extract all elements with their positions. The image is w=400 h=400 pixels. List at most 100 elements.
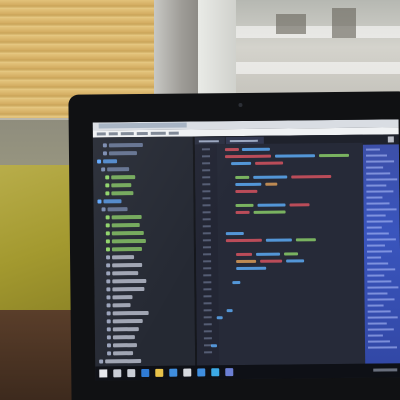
code-token [236, 252, 253, 257]
code-token [224, 148, 239, 152]
panel-text-line [367, 268, 396, 271]
file-icon [106, 279, 111, 284]
media-icon [225, 368, 234, 377]
frosted-glass-window [236, 0, 400, 105]
panel-text-line [367, 316, 398, 319]
panel-text-line [366, 166, 384, 169]
code-token [241, 147, 270, 151]
line-number [202, 155, 211, 158]
code-token [216, 316, 223, 320]
explorer-item [112, 278, 147, 284]
explorer-item [108, 151, 137, 156]
panel-text-line [367, 250, 393, 253]
code-token [286, 259, 305, 263]
line-number [202, 246, 211, 249]
editor-tab [225, 136, 264, 145]
explorer-item [112, 287, 145, 292]
laptop-screen [92, 119, 400, 381]
code-token [225, 154, 272, 159]
explorer-item [112, 310, 149, 316]
code-token [274, 154, 316, 158]
line-number [203, 337, 212, 340]
line-number [203, 316, 212, 319]
code-token [289, 203, 310, 207]
mail-icon [183, 368, 192, 377]
explorer-item [112, 271, 139, 276]
line-number [203, 323, 212, 326]
file-explorer-sidebar [92, 136, 196, 367]
code-token [256, 252, 281, 256]
code-editor [194, 134, 366, 366]
file-icon [106, 303, 111, 308]
line-number [202, 176, 211, 179]
code-token [255, 161, 284, 165]
line-number [202, 211, 211, 214]
explorer-item [105, 359, 142, 364]
file-icon [106, 287, 111, 292]
line-number [202, 218, 211, 221]
line-number [203, 302, 212, 305]
line-number [202, 225, 211, 228]
photo-scene [0, 0, 400, 400]
file-icon [105, 175, 110, 180]
folder-icon [102, 143, 107, 148]
webcam [238, 102, 243, 108]
panel-text-line [366, 202, 390, 205]
explorer-item [111, 231, 144, 236]
file-icon [106, 311, 111, 316]
line-number [203, 274, 212, 277]
code-token [225, 238, 262, 243]
code-token [236, 259, 257, 264]
folder-icon [101, 167, 106, 172]
code-token [318, 153, 350, 158]
task-view-icon [127, 369, 136, 378]
code-token [225, 231, 244, 236]
explorer-item [103, 199, 122, 204]
code-token [236, 266, 267, 271]
line-number [203, 281, 212, 284]
panel-text-line [366, 178, 398, 181]
file-icon [105, 239, 110, 244]
panel-text-line [367, 304, 384, 307]
panel-text-line [366, 220, 393, 223]
store-icon [169, 368, 178, 377]
code-token [260, 259, 283, 263]
panel-text-line [365, 148, 380, 151]
explorer-item [112, 303, 131, 308]
file-icon [105, 191, 110, 196]
file-icon [106, 335, 111, 340]
panel-text-line [367, 310, 391, 313]
panel-header [362, 134, 399, 145]
explorer-item [111, 223, 140, 228]
panel-text-line [366, 172, 391, 175]
panel-text-line [366, 244, 385, 247]
explorer-item [111, 238, 146, 244]
code-token [235, 210, 250, 215]
code-token [235, 189, 258, 194]
window-title-text [98, 122, 187, 129]
explorer-item [107, 207, 128, 212]
panel-text-line [367, 298, 395, 301]
line-number [203, 309, 212, 312]
code-token [253, 210, 286, 214]
file-icon [99, 359, 104, 364]
panel-text-line [367, 292, 388, 295]
explorer-item [107, 167, 130, 172]
explorer-item [112, 263, 143, 268]
file-icon [106, 255, 111, 260]
code-token [235, 203, 254, 208]
panel-text-line [366, 232, 389, 235]
editor-tab-bar [194, 134, 363, 145]
explorer-item [111, 247, 143, 252]
folder-icon [101, 207, 106, 212]
panel-text-line [367, 340, 390, 343]
file-icon [105, 247, 111, 252]
explorer-item [111, 175, 136, 180]
explorer-item [113, 351, 134, 356]
explorer-item [112, 295, 133, 300]
line-number [202, 197, 211, 200]
code-token [265, 182, 278, 186]
panel-text-line [367, 256, 382, 259]
line-number [203, 330, 212, 333]
explorer-item [112, 335, 135, 340]
